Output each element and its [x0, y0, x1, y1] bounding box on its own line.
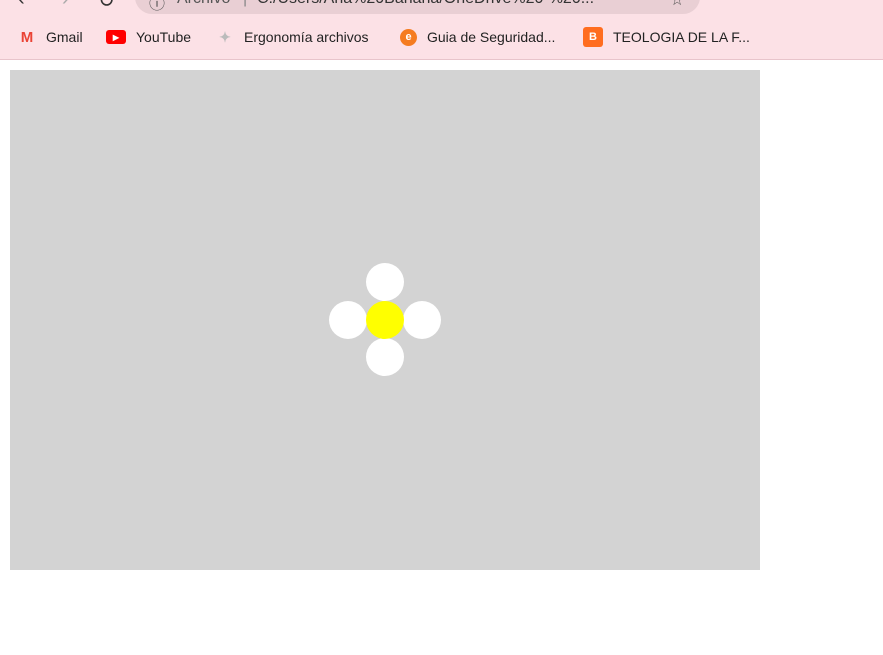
- flower-center: [366, 301, 404, 339]
- orange-circle-icon: e: [400, 28, 417, 46]
- back-icon[interactable]: ‹: [18, 0, 25, 11]
- bookmark-youtube[interactable]: ▶ YouTube: [106, 27, 191, 47]
- canvas: [10, 70, 760, 570]
- bookmark-label: Gmail: [46, 29, 83, 45]
- address-bar[interactable]: ⓘ Archivo | C:/Users/Ana%20Banana/OneDri…: [135, 0, 700, 14]
- address-label: Archivo: [177, 0, 230, 8]
- bookmark-label: TEOLOGIA DE LA F...: [613, 29, 750, 45]
- info-icon[interactable]: ⓘ: [149, 0, 165, 14]
- petal-right: [403, 301, 441, 339]
- star-icon[interactable]: ☆: [670, 0, 684, 10]
- sparkle-icon: ✦: [219, 28, 231, 45]
- bookmark-label: Ergonomía archivos: [244, 29, 369, 45]
- bookmark-teologia[interactable]: B TEOLOGIA DE LA F...: [583, 27, 750, 47]
- petal-bottom: [366, 338, 404, 376]
- petal-left: [329, 301, 367, 339]
- blogger-icon: B: [583, 27, 603, 47]
- bookmark-gmail[interactable]: M Gmail: [18, 27, 83, 47]
- bookmark-label: Guia de Seguridad...: [427, 29, 556, 45]
- reload-icon[interactable]: ↻: [98, 0, 115, 13]
- address-url: C:/Users/Ana%20Banana/OneDrive%20-%20...: [257, 0, 594, 8]
- petal-top: [366, 263, 404, 301]
- forward-icon[interactable]: ›: [62, 0, 69, 11]
- bookmark-guia[interactable]: e Guia de Seguridad...: [400, 27, 555, 47]
- browser-chrome: ‹ › ↻ ⓘ Archivo | C:/Users/Ana%20Banana/…: [0, 0, 883, 60]
- youtube-icon: ▶: [106, 30, 126, 44]
- bookmark-label: YouTube: [136, 29, 192, 45]
- bookmark-ergonomia[interactable]: ✦ Ergonomía archivos: [216, 27, 369, 47]
- gmail-icon: M: [20, 28, 34, 46]
